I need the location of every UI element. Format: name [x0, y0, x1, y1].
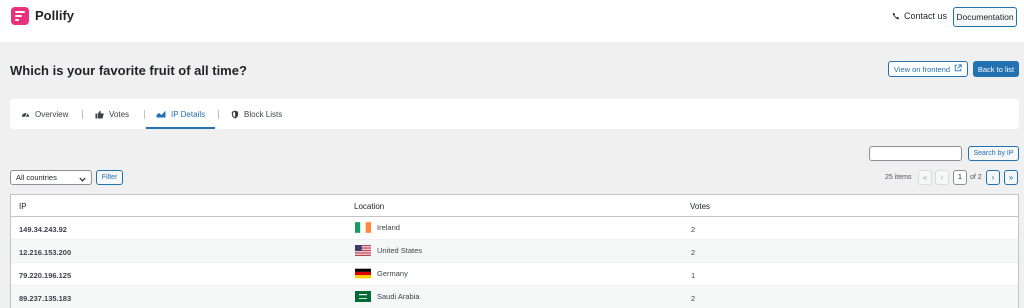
tab-divider: [218, 110, 219, 119]
us-flag-icon: [355, 245, 371, 256]
search-by-ip-button[interactable]: Search by IP: [968, 146, 1019, 161]
app-name: Pollify: [35, 8, 75, 23]
next-page-button[interactable]: ›: [986, 170, 1000, 185]
column-header-location[interactable]: Location: [354, 202, 384, 211]
previous-page-button[interactable]: ‹: [935, 170, 949, 185]
tab-votes-label: Votes: [109, 109, 130, 119]
chevron-down-icon: [79, 175, 86, 184]
tab-divider: [82, 110, 83, 119]
votes-cell: 2: [691, 248, 696, 257]
current-page-input[interactable]: 1: [953, 170, 967, 185]
documentation-button[interactable]: Documentation: [953, 7, 1017, 27]
country-name: Saudi Arabia: [377, 292, 420, 301]
country-name: Ireland: [377, 223, 400, 232]
tab-block-lists[interactable]: Block Lists: [231, 99, 282, 129]
back-to-list-button[interactable]: Back to list: [973, 61, 1019, 77]
chart-icon: [156, 110, 166, 118]
table-row: 89.237.135.183 Saudi Arabia 2: [11, 286, 1018, 308]
country-select-value: All countries: [16, 173, 57, 182]
votes-cell: 1: [691, 271, 696, 280]
view-on-frontend-label: View on frontend: [893, 64, 951, 74]
table-header: IP Location Votes: [11, 195, 1018, 217]
ip-details-table: IP Location Votes 149.34.243.92 Ireland …: [10, 194, 1019, 308]
tab-overview-label: Overview: [35, 109, 69, 119]
location-cell: Saudi Arabia: [355, 291, 420, 302]
country-select[interactable]: All countries: [10, 170, 92, 185]
thumbs-up-icon: [95, 110, 104, 119]
view-on-frontend-button[interactable]: View on frontend: [888, 61, 968, 77]
tabs-bar: Overview Votes IP Details Block Lists: [10, 99, 1019, 129]
country-name: United States: [377, 246, 423, 255]
ip-cell: 12.216.153.200: [19, 248, 72, 257]
shield-icon: [231, 109, 239, 119]
dashboard-icon: [21, 110, 30, 118]
ip-cell: 149.34.243.92: [19, 225, 67, 234]
column-header-ip[interactable]: IP: [19, 202, 27, 211]
contact-us-label: Contact us: [904, 11, 948, 21]
page-title: Which is your favorite fruit of all time…: [10, 63, 247, 78]
top-bar: Pollify Contact us Documentation: [0, 0, 1024, 42]
votes-cell: 2: [691, 294, 696, 303]
votes-cell: 2: [691, 225, 696, 234]
contact-us-link[interactable]: Contact us: [892, 11, 947, 21]
column-header-votes[interactable]: Votes: [690, 202, 710, 211]
first-page-button[interactable]: «: [918, 170, 932, 185]
last-page-button[interactable]: »: [1004, 170, 1018, 185]
tab-ip-details[interactable]: IP Details: [146, 99, 216, 129]
external-link-icon: [954, 64, 962, 74]
table-row: 79.220.196.125 Germany 1: [11, 263, 1018, 286]
tab-overview[interactable]: Overview: [21, 99, 68, 129]
ireland-flag-icon: [355, 222, 371, 233]
ip-cell: 89.237.135.183: [19, 294, 72, 303]
ip-cell: 79.220.196.125: [19, 271, 72, 280]
location-cell: Germany: [355, 268, 408, 279]
filter-button[interactable]: Filter: [96, 170, 123, 185]
tab-ip-details-label: IP Details: [171, 109, 206, 119]
pollify-logo-icon: [11, 7, 29, 25]
table-row: 12.216.153.200 United States 2: [11, 240, 1018, 263]
tab-divider: [144, 110, 145, 119]
items-count: 25 items: [885, 174, 912, 181]
tab-votes[interactable]: Votes: [95, 99, 129, 129]
country-name: Germany: [377, 269, 408, 278]
location-cell: United States: [355, 245, 422, 256]
tab-block-lists-label: Block Lists: [244, 109, 283, 119]
location-cell: Ireland: [355, 222, 400, 233]
germany-flag-icon: [355, 268, 371, 279]
phone-icon: [892, 12, 900, 20]
total-pages-text: of 2: [970, 174, 982, 181]
ip-search-input[interactable]: [869, 146, 962, 161]
table-row: 149.34.243.92 Ireland 2: [11, 217, 1018, 240]
saudi-flag-icon: [355, 291, 371, 302]
